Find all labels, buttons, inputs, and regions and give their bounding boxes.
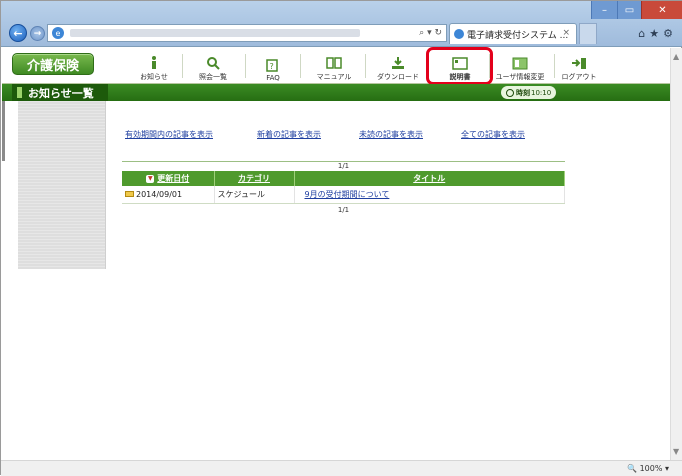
page-title: お知らせ一覧 [12,84,108,101]
menu-label: FAQ [266,74,280,82]
notice-table: ▼ 更新日付 カテゴリ タイトル 2014/09/01 スケジュール 9月の受付期… [122,171,565,204]
blurred-url [70,29,360,37]
menu-label: お知らせ [140,73,168,81]
menu-label: ログアウト [561,73,597,81]
clock-badge: 時刻 10:10 [501,86,557,99]
faq-icon: ? [265,58,281,72]
left-edge [2,101,5,161]
browser-titlebar: ← → e ⌕ ▾ ↻ 電子請求受付システム ... × – ▭ ✕ ⌂★⚙ [1,1,682,47]
col-header-category[interactable]: カテゴリ [214,171,295,186]
zoom-control[interactable]: 🔍 100% ▾ [627,464,669,473]
menu-info[interactable]: お知らせ [138,50,170,82]
back-arrow-icon: ← [13,26,23,40]
cell-date: 2014/09/01 [122,186,215,204]
date-text: 2014/09/01 [136,189,183,199]
tab-close-icon[interactable]: × [562,28,570,38]
filter-unread-articles[interactable]: 未読の記事を表示 [359,129,423,140]
book-icon [326,56,342,70]
minimize-button[interactable]: – [591,1,617,19]
highlight-box [426,47,493,85]
clock-icon [506,88,514,97]
menu-label: マニュアル [316,73,352,81]
pager-top: 1/1 [122,161,565,170]
address-tools[interactable]: ⌕ ▾ ↻ [419,28,442,38]
browser-right-tools[interactable]: ⌂★⚙ [638,27,677,40]
menu-logout[interactable]: ログアウト [560,50,598,82]
menu-divider [182,54,183,78]
table-row: 2014/09/01 スケジュール 9月の受付期間について [122,186,565,204]
vertical-scrollbar[interactable]: ▲ ▼ [670,48,682,460]
back-button[interactable]: ← [9,24,27,42]
site-icon [454,29,464,39]
filter-new-articles[interactable]: 新着の記事を表示 [257,129,321,140]
col-header-date[interactable]: ▼ 更新日付 [122,171,215,186]
menu-label: ユーザ情報変更 [495,73,545,81]
new-tab-button[interactable] [579,23,597,44]
filter-all-articles[interactable]: 全ての記事を表示 [461,129,525,140]
menu-label: 照会一覧 [199,73,227,81]
maximize-button[interactable]: ▭ [617,1,641,19]
ie-icon: e [52,27,64,39]
logout-icon [571,56,587,70]
sort-desc-icon: ▼ [146,174,155,183]
pager-bottom: 1/1 [337,206,350,214]
menu-divider [365,54,366,78]
menu-download[interactable]: ダウンロード [374,50,422,82]
mail-icon [125,191,134,198]
menu-manual[interactable]: マニュアル [312,50,356,82]
menu-divider [245,54,246,78]
menu-user-settings[interactable]: ユーザ情報変更 [494,50,546,82]
cell-category: スケジュール [214,186,295,204]
scroll-up-icon[interactable]: ▲ [673,52,679,61]
search-icon [205,56,221,70]
status-bar: 🔍 100% ▾ [1,460,682,476]
zoom-value: 100% [639,464,663,473]
table-header-row: ▼ 更新日付 カテゴリ タイトル [122,171,565,186]
menu-faq[interactable]: ? FAQ [258,50,288,82]
section-band: お知らせ一覧 時刻 10:10 [2,84,670,101]
window-controls: – ▭ ✕ [591,1,682,19]
notice-title-link[interactable]: 9月の受付期間について [305,190,390,199]
close-button[interactable]: ✕ [641,1,682,19]
info-icon [146,56,162,70]
browser-tab[interactable]: 電子請求受付システム ... × [449,23,577,44]
menu-divider [554,54,555,78]
clock-value: 10:10 [531,88,552,97]
scroll-down-icon[interactable]: ▼ [673,447,679,456]
tab-title: 電子請求受付システム ... [467,30,569,41]
app-header: 介護保険 お知らせ 照会一覧 ? FAQ マニュアル ダウンロード 説明書 ユー… [2,48,670,84]
forward-button[interactable]: → [30,26,45,41]
forward-arrow-icon: → [33,28,42,39]
cell-title: 9月の受付期間について [294,186,565,204]
clock-label: 時刻 [516,88,530,97]
user-card-icon [512,56,528,70]
col-header-title[interactable]: タイトル [294,171,565,186]
download-icon [390,56,406,70]
left-panel [18,101,106,269]
filter-valid-articles[interactable]: 有効期間内の記事を表示 [125,129,213,140]
menu-divider [300,54,301,78]
browser-window: ← → e ⌕ ▾ ↻ 電子請求受付システム ... × – ▭ ✕ ⌂★⚙ 介… [0,0,682,476]
menu-label: ダウンロード [377,73,419,81]
brand-button[interactable]: 介護保険 [12,53,94,75]
col-header-label: 更新日付 [157,174,190,183]
menu-inquiry-list[interactable]: 照会一覧 [192,50,234,82]
svg-text:?: ? [270,62,274,71]
address-bar[interactable]: e ⌕ ▾ ↻ [47,24,447,42]
